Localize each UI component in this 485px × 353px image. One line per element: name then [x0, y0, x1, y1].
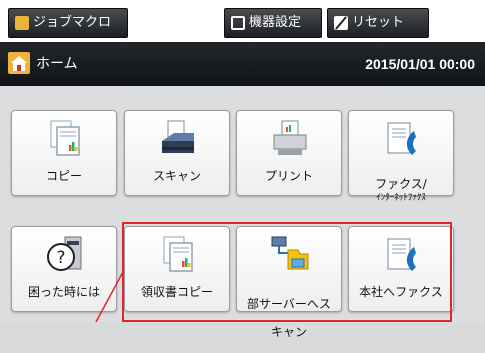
print-label: プリント	[264, 169, 313, 183]
copy-tile[interactable]: コピー	[11, 110, 117, 196]
copy-icon	[50, 120, 80, 156]
home-icon[interactable]	[8, 52, 30, 74]
dept-server-scan-line1: 部サーバーへス	[247, 297, 331, 311]
hq-fax-phone-icon	[387, 238, 416, 271]
internet-fax-label: ｲﾝﾀｰﾈｯﾄﾌｧｸｽ	[376, 193, 426, 203]
printer-icon	[273, 120, 307, 155]
dept-server-scan-label: 部サーバーへス キャン	[237, 283, 341, 353]
print-tile[interactable]: プリント	[236, 110, 342, 196]
svg-text:?: ?	[56, 248, 65, 268]
job-macro-label: ジョブマクロ	[33, 15, 112, 30]
help-question-icon: ?	[47, 236, 82, 271]
datetime-display: 2015/01/01 00:00	[365, 56, 475, 72]
help-label: 困った時には	[27, 285, 100, 299]
copy-label: コピー	[45, 169, 82, 183]
device-settings-button[interactable]: 機器設定	[224, 8, 322, 38]
dept-server-scan-line2: キャン	[270, 325, 307, 339]
job-macro-button[interactable]: ジョブマクロ	[8, 8, 128, 38]
server-scan-icon	[271, 236, 309, 270]
macro-icon	[15, 16, 29, 30]
receipt-copy-tile[interactable]: 領収書コピー	[124, 226, 230, 312]
fax-phone-icon	[387, 122, 416, 155]
scanner-icon	[162, 120, 194, 153]
receipt-copy-icon	[163, 236, 193, 272]
hq-fax-tile[interactable]: 本社へファクス	[348, 226, 454, 312]
reset-icon	[334, 16, 348, 30]
device-settings-label: 機器設定	[249, 15, 302, 30]
fax-main-label: ファクス/	[375, 177, 427, 191]
scan-tile[interactable]: スキャン	[124, 110, 230, 196]
home-title: ホーム	[36, 56, 78, 72]
receipt-copy-label: 領収書コピー	[140, 285, 213, 299]
hq-fax-label: 本社へファクス	[359, 285, 443, 299]
dept-server-scan-tile[interactable]: 部サーバーへス キャン	[236, 226, 342, 339]
settings-icon	[231, 16, 245, 30]
help-tile[interactable]: ? 困った時には	[11, 226, 117, 312]
reset-button[interactable]: リセット	[327, 8, 429, 38]
fax-label: ファクス/ ｲﾝﾀｰﾈｯﾄﾌｧｸｽ	[349, 163, 453, 219]
home-header: ホーム 2015/01/01 00:00	[0, 42, 485, 86]
top-toolbar: ジョブマクロ 機器設定 リセット	[0, 0, 485, 42]
fax-tile[interactable]: ファクス/ ｲﾝﾀｰﾈｯﾄﾌｧｸｽ	[348, 110, 454, 203]
scan-label: スキャン	[152, 169, 201, 183]
reset-label: リセット	[352, 15, 405, 30]
